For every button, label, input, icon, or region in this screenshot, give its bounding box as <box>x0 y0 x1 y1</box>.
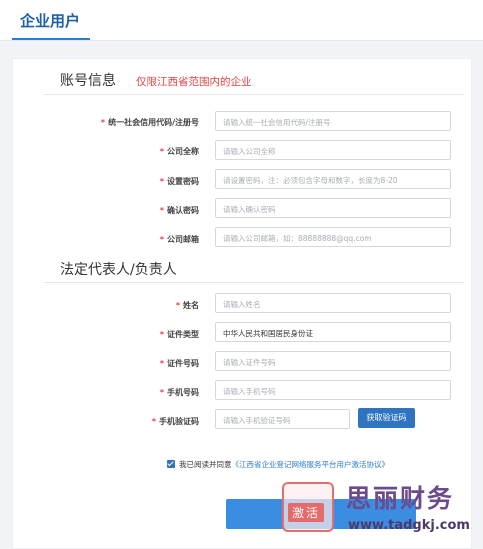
agreement-text: 我已阅读并同意《江西省企业登记网络服务平台用户激活协议》 <box>179 459 389 470</box>
label-company-name: * 公司全称 <box>159 147 199 156</box>
required-mark: * <box>159 388 164 397</box>
phone-input[interactable]: 请输入手机号码 <box>215 380 451 400</box>
confirm-password-input[interactable]: 请输入确认密码 <box>215 198 451 218</box>
set-password-input[interactable]: 请设置密码，注：必须包含字母和数字，长度为8-20 <box>215 169 451 189</box>
required-mark: * <box>159 147 164 156</box>
agreement-link[interactable]: 《江西省企业登记网络服务平台用户激活协议》 <box>232 460 390 469</box>
label-set-password: * 设置密码 <box>159 177 199 186</box>
label-id-type: * 证件类型 <box>159 330 199 339</box>
required-mark: * <box>159 177 164 186</box>
label-credit-code: * 统一社会信用代码/注册号 <box>100 118 199 127</box>
required-mark: * <box>151 417 156 426</box>
required-mark: * <box>100 118 106 127</box>
label-company-email: * 公司邮箱 <box>159 235 199 244</box>
label-id-number: * 证件号码 <box>159 359 199 368</box>
section-title-legal: 法定代表人/负责人 <box>60 262 177 278</box>
company-name-input[interactable]: 请输入公司全称 <box>215 140 451 160</box>
required-mark: * <box>159 330 164 339</box>
watermark-url: www.tadgkj.com <box>348 518 470 533</box>
label-confirm-password: * 确认密码 <box>159 206 199 215</box>
section-title-account: 账号信息 <box>60 73 116 89</box>
watermark-seal: 激活 <box>288 503 325 522</box>
id-type-select[interactable]: 中华人民共和国居民身份证 <box>215 322 451 342</box>
company-email-input[interactable]: 请输入公司邮箱，如：88888888@qq.com <box>215 227 451 247</box>
required-mark: * <box>159 359 164 368</box>
required-mark: * <box>159 206 164 215</box>
label-phone: * 手机号码 <box>159 388 199 397</box>
section-note-region: 仅限江西省范围内的企业 <box>136 76 252 88</box>
label-sms-code: * 手机验证码 <box>151 417 199 426</box>
name-input[interactable]: 请输入姓名 <box>215 293 451 313</box>
tab-enterprise-user[interactable]: 企业用户 <box>12 0 90 40</box>
required-mark: * <box>159 235 164 244</box>
id-number-input[interactable]: 请输入证件号码 <box>215 351 451 371</box>
sms-code-input[interactable]: 请输入手机验证号码 <box>215 409 350 429</box>
required-mark: * <box>175 301 180 310</box>
credit-code-input[interactable]: 请输入统一社会信用代码/注册号 <box>215 111 451 131</box>
section-divider <box>44 94 464 95</box>
get-code-button[interactable]: 获取验证码 <box>358 408 415 428</box>
section-divider <box>44 282 464 283</box>
top-bar: 企业用户 <box>0 0 483 41</box>
tab-label: 企业用户 <box>20 12 81 30</box>
label-name: * 姓名 <box>175 301 199 310</box>
watermark-brand: 思丽财务 <box>346 484 455 513</box>
agree-checkbox[interactable] <box>167 460 175 468</box>
agreement-prefix: 我已阅读并同意 <box>179 460 232 469</box>
